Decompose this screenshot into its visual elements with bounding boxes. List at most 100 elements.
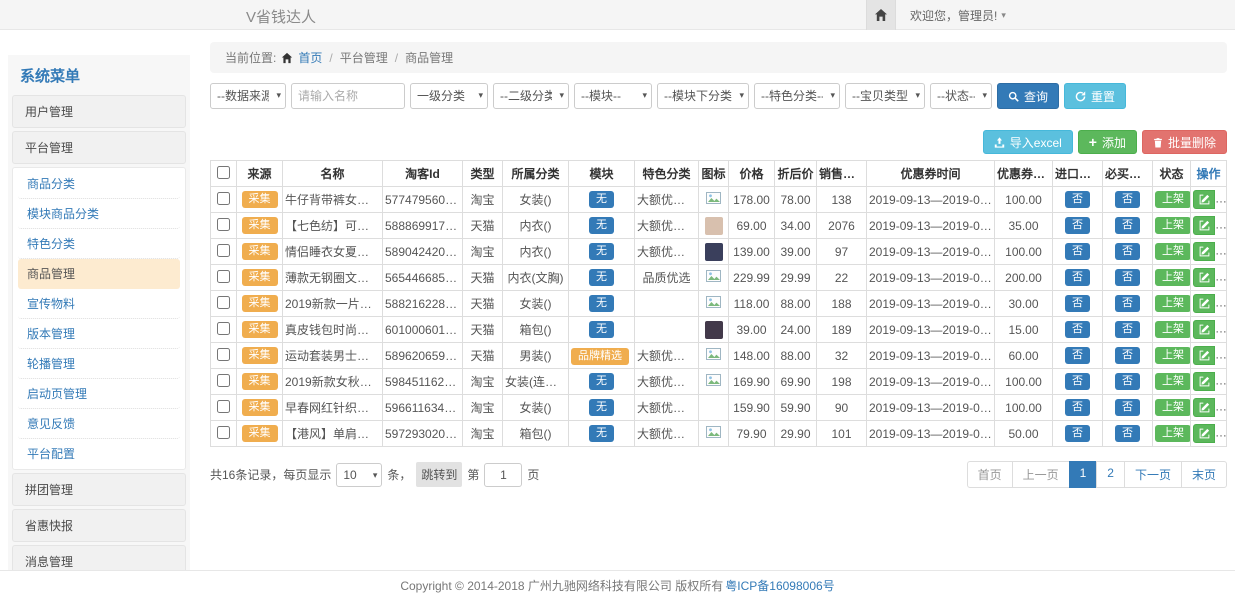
must-buy-toggle[interactable]: 否	[1115, 425, 1140, 442]
reset-button[interactable]: 重置	[1064, 83, 1126, 109]
row-checkbox[interactable]	[217, 192, 230, 205]
add-button[interactable]: + 添加	[1078, 130, 1137, 154]
sidebar-item[interactable]: 平台配置	[18, 439, 180, 468]
edit-button[interactable]	[1193, 346, 1215, 365]
must-buy-toggle[interactable]: 否	[1115, 295, 1140, 312]
import-select-toggle[interactable]: 否	[1065, 295, 1090, 312]
select-all-checkbox[interactable]	[217, 166, 230, 179]
edit-button[interactable]	[1193, 424, 1215, 443]
sidebar-group[interactable]: 用户管理	[12, 95, 186, 128]
import-excel-button[interactable]: 导入excel	[983, 130, 1073, 154]
filter-select-control[interactable]: --数据来源--	[210, 83, 286, 109]
status-badge[interactable]: 上架	[1155, 373, 1191, 390]
edit-button[interactable]	[1193, 242, 1215, 261]
page-button[interactable]: 末页	[1181, 461, 1227, 488]
filter-select-control[interactable]: --状态--	[930, 83, 992, 109]
sidebar-item[interactable]: 特色分类	[18, 229, 180, 259]
sidebar-item[interactable]: 宣传物料	[18, 289, 180, 319]
edit-button[interactable]	[1193, 294, 1215, 313]
discount-price: 88.00	[775, 343, 817, 369]
import-select-toggle[interactable]: 否	[1065, 269, 1090, 286]
sidebar-item[interactable]: 启动页管理	[18, 379, 180, 409]
import-select-toggle[interactable]: 否	[1065, 217, 1090, 234]
must-buy-toggle[interactable]: 否	[1115, 399, 1140, 416]
row-checkbox[interactable]	[217, 296, 230, 309]
page-button[interactable]: 1	[1069, 461, 1098, 488]
import-select-toggle[interactable]: 否	[1065, 425, 1090, 442]
row-checkbox[interactable]	[217, 218, 230, 231]
edit-button[interactable]	[1193, 268, 1215, 287]
edit-button[interactable]	[1193, 216, 1215, 235]
page-button[interactable]: 首页	[967, 461, 1013, 488]
must-buy-toggle[interactable]: 否	[1115, 191, 1140, 208]
must-buy-toggle[interactable]: 否	[1115, 243, 1140, 260]
filter-select-control[interactable]: --宝贝类型--	[845, 83, 925, 109]
user-menu[interactable]: 欢迎您，管理员! ▾	[910, 7, 1006, 24]
sidebar-item[interactable]: 轮播管理	[18, 349, 180, 379]
sidebar-group[interactable]: 省惠快报	[12, 509, 186, 542]
filter-select-control[interactable]: --模块下分类--	[657, 83, 749, 109]
status-badge[interactable]: 上架	[1155, 399, 1191, 416]
filter-select-control[interactable]: --特色分类--	[754, 83, 840, 109]
row-checkbox[interactable]	[217, 270, 230, 283]
sidebar-item[interactable]: 版本管理	[18, 319, 180, 349]
row-checkbox[interactable]	[217, 426, 230, 439]
row-checkbox[interactable]	[217, 322, 230, 335]
name-search-input[interactable]	[291, 83, 405, 109]
import-select-toggle[interactable]: 否	[1065, 373, 1090, 390]
search-button[interactable]: 查询	[997, 83, 1059, 109]
filter-select-control[interactable]: --二级分类--	[493, 83, 569, 109]
jump-button[interactable]: 跳转到	[416, 462, 462, 487]
status-badge[interactable]: 上架	[1155, 269, 1191, 286]
filter-select-control[interactable]: 一级分类	[410, 83, 488, 109]
must-buy-toggle[interactable]: 否	[1115, 321, 1140, 338]
icp-link[interactable]: 粤ICP备16098006号	[725, 577, 834, 594]
status-badge[interactable]: 上架	[1155, 295, 1191, 312]
filter-select-control[interactable]: --模块--	[574, 83, 652, 109]
batch-delete-button[interactable]: 批量删除	[1142, 130, 1227, 154]
home-button[interactable]	[866, 0, 896, 30]
sidebar-group[interactable]: 拼团管理	[12, 473, 186, 506]
import-select-toggle[interactable]: 否	[1065, 243, 1090, 260]
coupon-amount: 100.00	[995, 239, 1053, 265]
page-button[interactable]: 2	[1096, 461, 1125, 488]
import-select-toggle[interactable]: 否	[1065, 347, 1090, 364]
breadcrumb-home-link[interactable]: 首页	[298, 49, 322, 66]
sidebar-item[interactable]: 商品管理	[18, 259, 180, 289]
must-buy-toggle[interactable]: 否	[1115, 347, 1140, 364]
status-badge[interactable]: 上架	[1155, 321, 1191, 338]
must-buy-toggle[interactable]: 否	[1115, 373, 1140, 390]
row-checkbox[interactable]	[217, 348, 230, 361]
coupon-time: 2019-09-13—2019-09-17	[867, 369, 995, 395]
page-button[interactable]: 下一页	[1124, 461, 1182, 488]
import-select-toggle[interactable]: 否	[1065, 191, 1090, 208]
import-select-toggle[interactable]: 否	[1065, 321, 1090, 338]
row-checkbox[interactable]	[217, 374, 230, 387]
sidebar-item[interactable]: 模块商品分类	[18, 199, 180, 229]
per-page-select-control[interactable]: 10	[336, 463, 382, 487]
status-badge[interactable]: 上架	[1155, 191, 1191, 208]
status-badge[interactable]: 上架	[1155, 217, 1191, 234]
import-select-toggle[interactable]: 否	[1065, 399, 1090, 416]
must-buy-toggle[interactable]: 否	[1115, 217, 1140, 234]
sidebar-group[interactable]: 平台管理	[12, 131, 186, 164]
page-button[interactable]: 上一页	[1012, 461, 1070, 488]
edit-button[interactable]	[1193, 372, 1215, 391]
row-checkbox[interactable]	[217, 244, 230, 257]
edit-button[interactable]	[1193, 320, 1215, 339]
sidebar-item[interactable]: 意见反馈	[18, 409, 180, 439]
sidebar-group[interactable]: 消息管理	[12, 545, 186, 570]
coupon-time: 2019-09-13—2019-09-17	[867, 187, 995, 213]
status-badge[interactable]: 上架	[1155, 347, 1191, 364]
edit-button[interactable]	[1193, 190, 1215, 209]
sidebar-item[interactable]: 商品分类	[18, 169, 180, 199]
source-badge: 采集	[242, 269, 278, 286]
price: 39.00	[729, 317, 775, 343]
status-badge[interactable]: 上架	[1155, 425, 1191, 442]
row-checkbox[interactable]	[217, 400, 230, 413]
per-page-select[interactable]: 10 ▾	[336, 463, 382, 487]
must-buy-toggle[interactable]: 否	[1115, 269, 1140, 286]
edit-button[interactable]	[1193, 398, 1215, 417]
status-badge[interactable]: 上架	[1155, 243, 1191, 260]
page-number-input[interactable]	[484, 463, 522, 487]
